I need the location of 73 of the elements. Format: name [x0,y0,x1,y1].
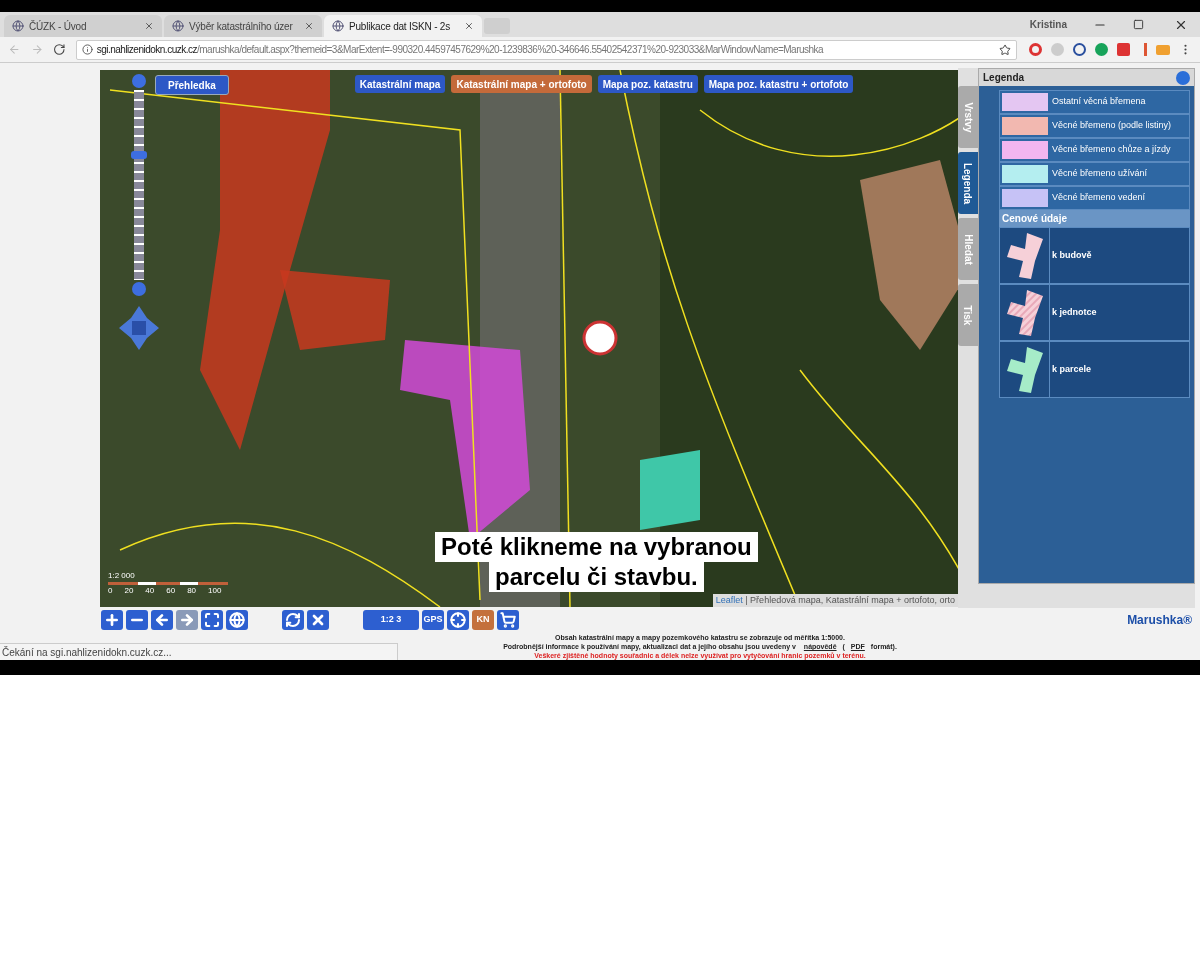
close-icon[interactable] [144,21,154,31]
toolbar-button[interactable] [201,610,223,630]
map-type-button[interactable]: Mapa poz. katastru [597,75,698,93]
toolbar-button[interactable] [307,610,329,630]
map-type-button[interactable]: Mapa poz. katastru + ortofoto [703,75,854,93]
toolbar-button[interactable] [151,610,173,630]
globe-icon [172,20,184,32]
legend-label: k parcele [1052,362,1092,376]
globe-icon [332,20,344,32]
legend-label: Věcné břemeno užívání [1052,167,1148,181]
reload-icon[interactable] [53,43,66,56]
globe-icon [229,612,245,628]
tab-title: Výběr katastrálního úzer [189,19,294,34]
toolbar-button[interactable] [282,610,304,630]
url-text: sgi.nahlizenidokn.cuzk.cz/marushka/default.aspx?themeid=3&MarExtent=-990320.44597457629%20-1239836%20-346646.55402542371%20-923033&MarWindowName=Marushka [96,43,824,57]
tab-title: Publikace dat ISKN - 2s [349,19,451,34]
side-tab[interactable]: Legenda [958,152,978,214]
browser-tab[interactable]: Publikace dat ISKN - 2s [324,15,482,37]
toolbar-button[interactable] [447,610,469,630]
toolbar-button[interactable] [226,610,248,630]
close-icon[interactable] [464,21,474,31]
extension-icon[interactable] [1029,43,1042,56]
refresh-icon [285,612,301,628]
toolbar-button[interactable]: 1:2 3 [363,610,419,630]
panel-title: Legenda [983,71,1025,85]
legend-label: Věcné břemeno (podle listiny) [1052,119,1172,133]
cart-icon [500,612,516,628]
map-type-button[interactable]: Katastrální mapa + ortofoto [451,75,592,93]
scale-label: 1:2 000 [108,570,136,582]
crosshair-icon [450,612,466,628]
browser-tab[interactable]: ČÚZK - Úvod [4,15,162,37]
scale-tick: 0 [108,585,113,597]
scale-tick: 80 [187,585,197,597]
address-bar[interactable]: sgi.nahlizenidokn.cuzk.cz/marushka/default.aspx?themeid=3&MarExtent=-990320.44597457629%20-1239836%20-346646.55402542371%20-923033&MarWindowName=Marushka [75,39,1017,60]
video-caption: Poté klikneme na vybranou parcelu či stavbu. [435,532,758,592]
legend-label: k jednotce [1052,305,1097,319]
zoom-slider[interactable] [134,90,144,280]
scale-tick: 40 [145,585,155,597]
legend-label: k budově [1052,248,1092,262]
arrow-left-icon [154,612,170,628]
close-icon[interactable] [304,21,314,31]
globe-icon [12,20,24,32]
tab-title: ČÚZK - Úvod [29,19,88,34]
browser-tab[interactable]: Výběr katastrálního úzer [164,15,322,37]
maximize-icon[interactable] [1133,19,1144,30]
brand-logo: Marushka® [1127,612,1192,629]
plus-icon [104,612,120,628]
extension-icon[interactable] [1073,43,1086,56]
legend-label: Věcné břemeno vedení [1052,191,1146,205]
extent-icon [204,612,220,628]
legend-label: Věcné břemeno chůze a jízdy [1052,143,1171,157]
legend-label: Ostatní věcná břemena [1052,95,1146,109]
slider-thumb[interactable] [131,150,147,159]
bookmark-star-icon[interactable] [999,43,1011,56]
extension-icon[interactable] [1095,43,1108,56]
toolbar-button[interactable] [497,610,519,630]
toolbar-button[interactable]: KN [472,610,494,630]
toolbar-button[interactable] [126,610,148,630]
section-heading: Cenové údaje [999,210,1190,227]
toolbar-button[interactable] [101,610,123,630]
overview-button[interactable]: Přehledka [155,75,229,95]
status-bar: Čekání na sgi.nahlizenidokn.cuzk.cz... [0,643,398,660]
leaflet-link[interactable]: Leaflet [715,594,743,605]
aerial-map[interactable] [100,70,958,607]
scale-tick: 100 [208,585,222,597]
scale-tick: 20 [124,585,134,597]
map-type-button[interactable]: Katastrální mapa [354,75,446,93]
toolbar-button[interactable]: GPS [422,610,444,630]
close-icon [310,612,326,628]
arrow-right-icon [179,612,195,628]
scale-tick: 60 [166,585,176,597]
pan-control-icon[interactable] [117,306,161,350]
profile-name[interactable]: Kristina [1029,17,1067,32]
